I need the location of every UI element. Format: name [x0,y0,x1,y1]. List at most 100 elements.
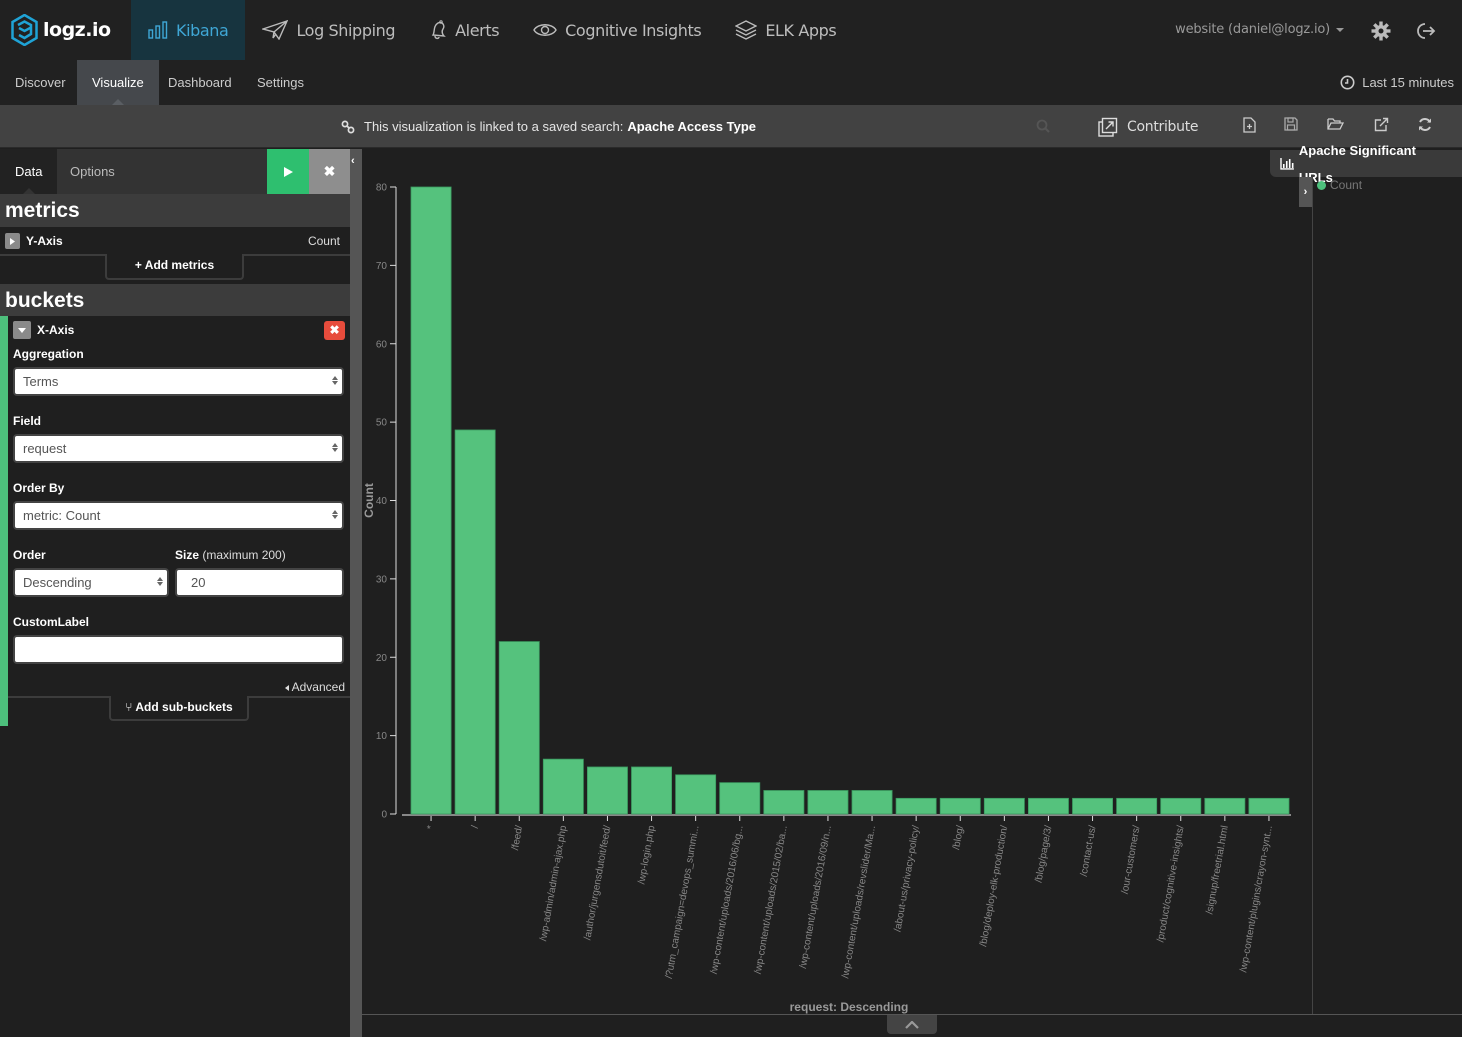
tab-data[interactable]: Data [0,149,58,194]
x-tick-label: /blog/page/3/ [1034,824,1055,883]
nav-kibana[interactable]: Kibana [131,0,246,60]
x-tick-label: /about-us/privacy-policy/ [893,824,923,932]
caret-down-icon [18,327,26,333]
nav-alerts-label: Alerts [455,20,500,40]
expand-toggle[interactable] [5,233,20,249]
collapse-toggle[interactable] [13,321,31,339]
account-dropdown[interactable]: website (daniel@logz.io) [1175,22,1344,37]
y-tick-label: 0 [381,810,387,821]
legend-toggle[interactable]: › [1299,177,1312,207]
field-select[interactable]: request [13,434,344,463]
gear-icon[interactable] [1371,21,1391,41]
search-icon[interactable] [1036,119,1050,133]
sidebar-collapse-handle[interactable]: ‹ [350,149,362,1037]
paper-plane-icon [262,20,289,40]
refresh-icon[interactable] [1418,117,1432,132]
linked-search-message: This visualization is linked to a saved … [341,105,756,148]
layers-icon [735,20,758,40]
add-metrics-button[interactable]: + Add metrics [105,254,244,280]
chart-area: 0 10 20 30 40 50 60 70 80 Count * / /feed/ /wp-admin/… [362,149,1462,1037]
y-tick-label: 20 [376,653,388,664]
time-picker-label: Last 15 minutes [1362,75,1454,90]
nav-log-shipping[interactable]: Log Shipping [245,0,412,60]
metric-agg-value: Count [307,234,340,248]
bar [719,782,761,815]
legend-item-count[interactable]: Count [1317,178,1362,192]
time-picker[interactable]: Last 15 minutes [1340,60,1454,105]
x-tick-label: /wp-content/plugins/crayon-synt... [1238,825,1275,974]
chevron-left-icon: ‹ [351,155,355,167]
x-tick-label: /signup/freetrial.html [1204,825,1230,916]
tab-discover[interactable]: Discover [0,60,81,105]
apply-changes-button[interactable] [267,149,309,194]
logout-icon[interactable] [1416,21,1436,41]
tab-options[interactable]: Options [55,149,130,194]
vis-editor-sidebar: Data Options ✖ metrics Y-Axis Count + Ad… [0,149,350,1037]
logo[interactable]: logz.io [0,0,131,60]
contribute-button[interactable]: Contribute [1098,105,1199,148]
buckets-heading: buckets [0,284,350,317]
order-select[interactable]: Descending [13,568,169,597]
spy-panel-toggle[interactable] [887,1015,937,1034]
bucket-indicator [0,316,8,726]
editor-tabs: Data Options ✖ [0,149,350,194]
legend-label: Count [1330,178,1363,192]
bar [410,186,452,815]
customlabel-input[interactable] [13,635,344,664]
play-icon [283,166,293,177]
tab-settings[interactable]: Settings [242,60,319,105]
tab-dashboard[interactable]: Dashboard [153,60,247,105]
size-input[interactable]: 20 [175,568,344,597]
bar [1248,797,1290,815]
advanced-toggle[interactable]: Advanced [285,680,345,694]
add-sub-buckets-button[interactable]: ⑂ Add sub-buckets [109,696,249,721]
bar [851,790,893,815]
bar [983,797,1025,815]
size-label: Size [175,548,200,562]
field-label: Field [13,414,42,428]
open-folder-icon[interactable] [1327,117,1344,131]
metric-y-axis-row: Y-Axis Count [0,227,350,255]
select-arrows-icon [332,376,338,385]
discard-changes-button[interactable]: ✖ [309,149,350,194]
nav-alerts[interactable]: Alerts [412,0,516,60]
nav-cognitive-insights[interactable]: Cognitive Insights [516,0,718,60]
bar [1072,797,1113,815]
orderby-label: Order By [13,481,65,495]
saved-search-link[interactable]: Apache Access Type [627,106,756,148]
x-tick-label: /author/jurgensdutoit/feed/ [582,824,613,941]
bucket-agg-title: X-Axis [37,323,75,337]
caret-down-icon [1336,27,1344,32]
add-sub-buckets-label: Add sub-buckets [135,700,233,714]
new-visualization-icon[interactable] [1243,117,1256,133]
clock-icon [1340,75,1355,90]
select-arrows-icon [332,510,338,519]
bar-chart: 0 10 20 30 40 50 60 70 80 Count * / /feed/ /wp-admin/… [362,183,1291,1014]
save-icon[interactable] [1284,117,1298,131]
x-tick-label: /wp-content/uploads/2016/09/n... [798,825,834,970]
bar [631,766,672,815]
x-tick-label: / [470,824,481,829]
aggregation-select[interactable]: Terms [13,367,344,396]
size-label-group: Size (maximum 200) [175,548,286,562]
x-axis-title: request: Descending [790,1000,909,1014]
nav-elk-apps-label: ELK Apps [765,20,837,40]
x-tick-label: /blog/ [951,824,966,850]
nav-elk-apps[interactable]: ELK Apps [718,0,853,60]
remove-bucket-button[interactable]: ✖ [324,321,345,340]
bar [1028,797,1069,815]
orderby-select[interactable]: metric: Count [13,501,344,530]
metric-agg-title: Y-Axis [26,234,63,248]
contribute-icon [1098,117,1118,137]
x-tick-label: /?utm_campaign=devops_summi... [664,825,702,980]
tab-visualize[interactable]: Visualize [77,60,159,105]
bar [763,790,805,815]
chevron-up-icon [905,1020,919,1029]
aggregation-label: Aggregation [13,347,84,361]
y-axis-title: Count [362,483,376,518]
logzio-cube-icon [11,14,38,46]
sub-nav: Discover Visualize Dashboard Settings La… [0,60,1462,105]
contribute-label: Contribute [1127,118,1199,135]
customlabel-label: CustomLabel [13,615,90,629]
share-icon[interactable] [1374,117,1389,132]
